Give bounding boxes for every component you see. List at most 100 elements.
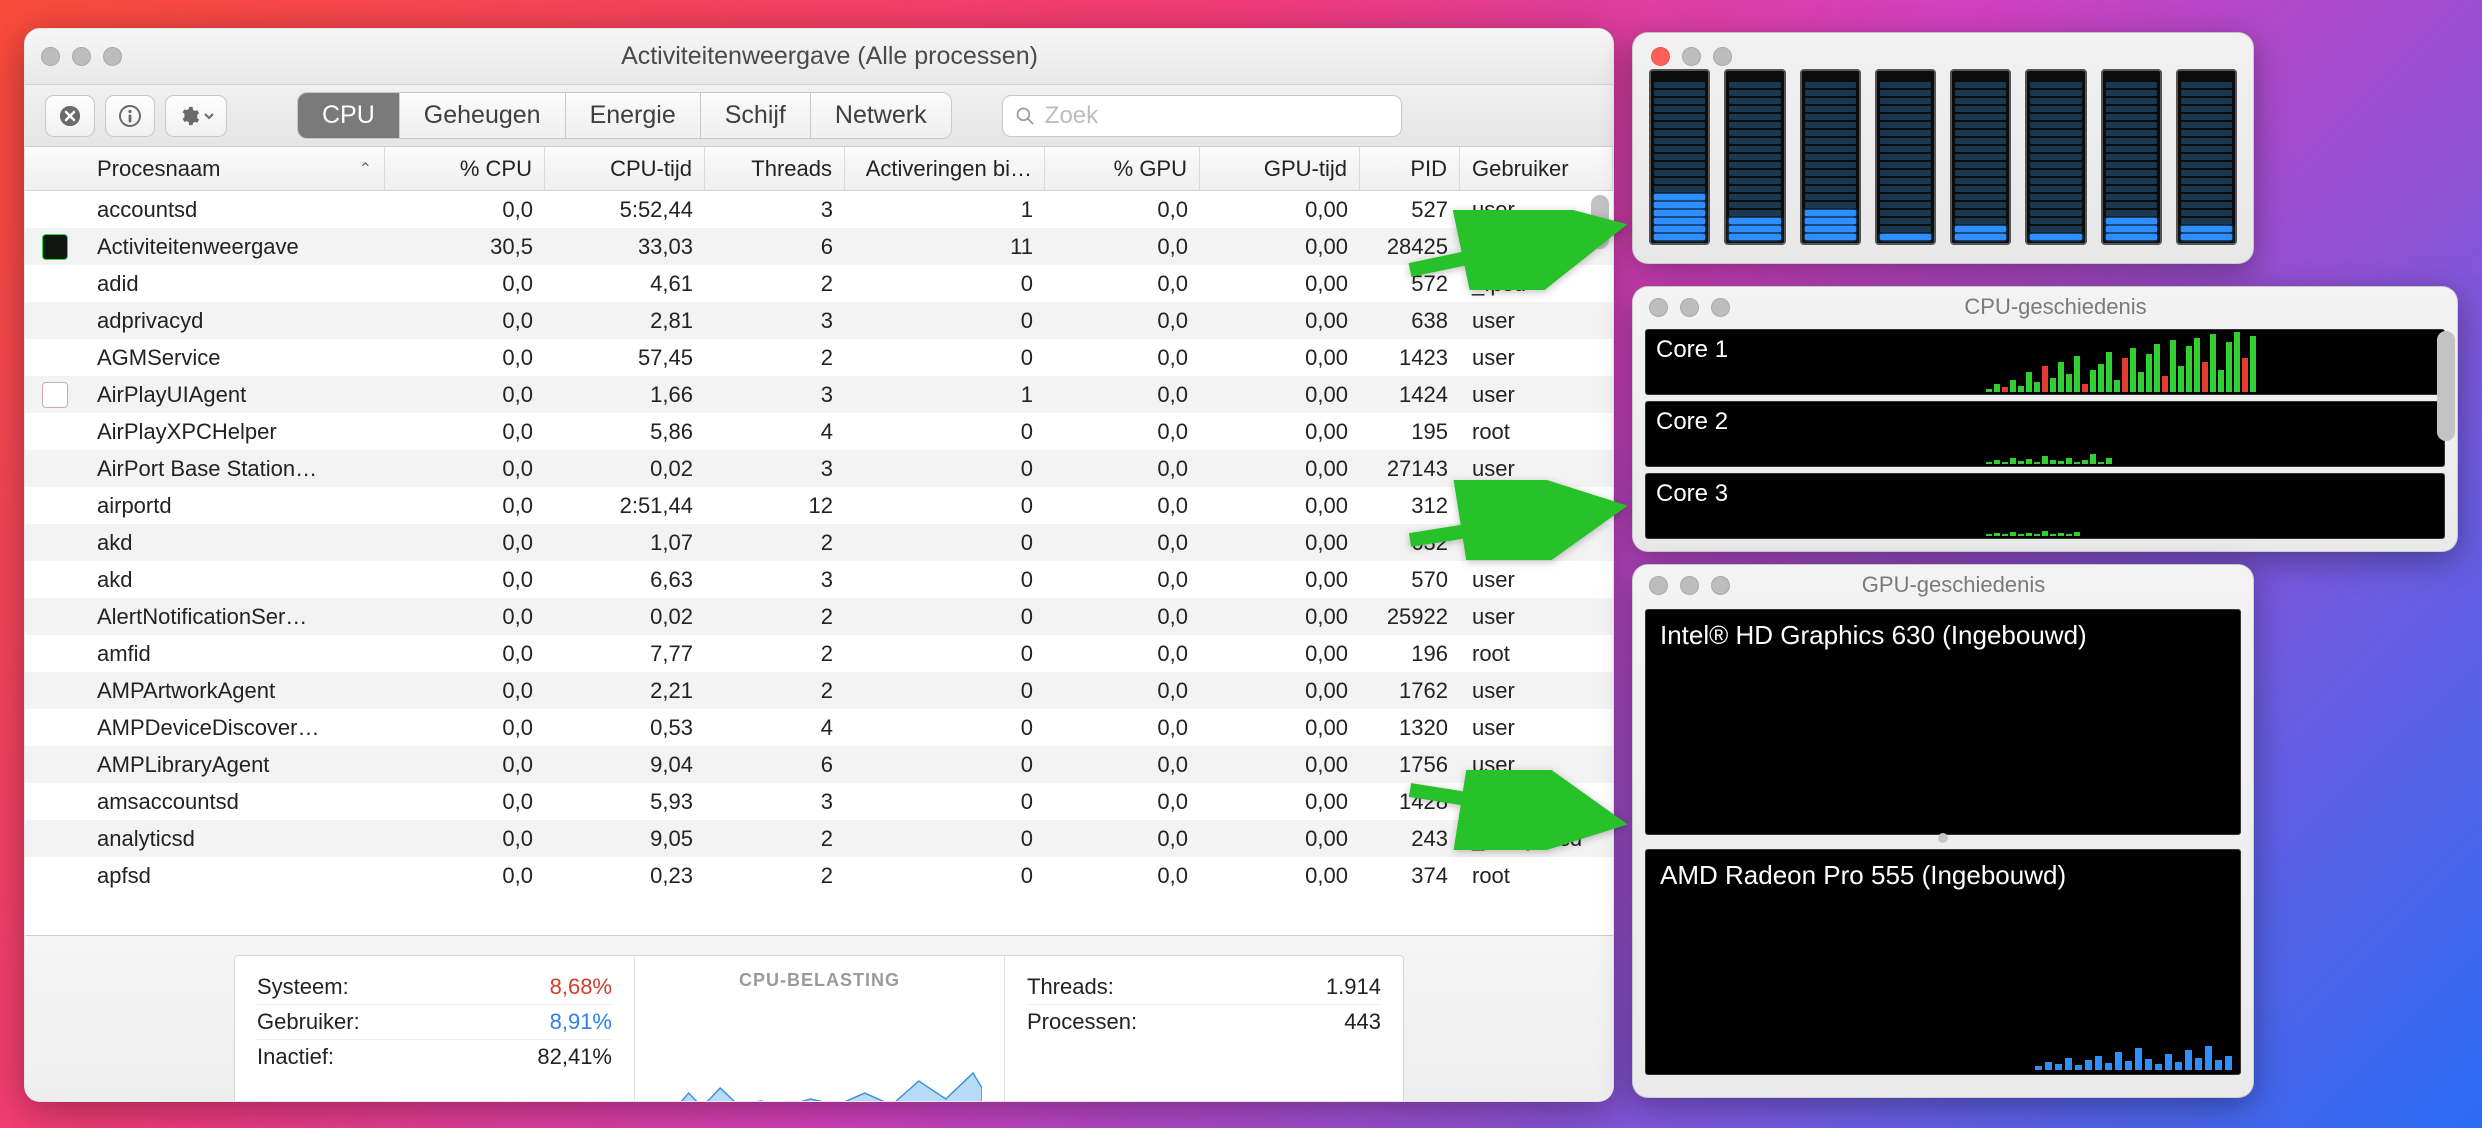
cell-pid: 1762 [1360,678,1460,704]
table-row[interactable]: AirPort Base Station…0,00,02300,00,00271… [25,450,1613,487]
table-row[interactable]: AMPDeviceDiscover…0,00,53400,00,001320us… [25,709,1613,746]
cell-cpu: 0,0 [385,567,545,593]
gpu-bars [2035,1046,2232,1070]
zoom-button[interactable] [1711,298,1730,317]
cell-threads: 2 [705,604,845,630]
search-field[interactable] [1002,95,1402,137]
cell-threads: 3 [705,456,845,482]
view-tabs: CPU Geheugen Energie Schijf Netwerk [297,92,952,139]
options-button[interactable] [165,95,227,137]
cell-cpu-time: 0,02 [545,604,705,630]
close-button[interactable] [1649,298,1668,317]
zoom-button[interactable] [1713,47,1732,66]
close-button[interactable] [1651,47,1670,66]
col-wakeups[interactable]: Activeringen bi… [845,147,1045,190]
cell-threads: 2 [705,641,845,667]
cell-gpu-time: 0,00 [1200,456,1360,482]
cpu-history-window[interactable]: CPU-geschiedenis Core 1Core 2Core 3 [1632,286,2458,552]
table-row[interactable]: akd0,01,07200,00,00632root [25,524,1613,561]
cell-cpu: 30,5 [385,234,545,260]
cell-gpu: 0,0 [1045,382,1200,408]
cell-process-name: AirPort Base Station… [85,456,385,482]
process-table[interactable]: accountsd0,05:52,44310,00,00527userActiv… [25,191,1613,935]
table-row[interactable]: analyticsd0,09,05200,00,00243_analyticsd [25,820,1613,857]
tab-memory[interactable]: Geheugen [400,93,566,138]
cell-threads: 3 [705,789,845,815]
cell-pid: 312 [1360,493,1460,519]
cell-cpu-time: 5,86 [545,419,705,445]
zoom-button[interactable] [1711,576,1730,595]
table-row[interactable]: AMPLibraryAgent0,09,04600,00,001756user [25,746,1613,783]
vertical-scrollbar[interactable] [1591,195,1609,931]
table-row[interactable]: Activiteitenweergave30,533,036110,00,002… [25,228,1613,265]
table-row[interactable]: AlertNotificationSer…0,00,02200,00,00259… [25,598,1613,635]
table-row[interactable]: AGMService0,057,45200,00,001423user [25,339,1613,376]
vertical-scrollbar[interactable] [2437,331,2453,543]
cell-wakeups: 0 [845,641,1045,667]
table-row[interactable]: AirPlayUIAgent0,01,66310,00,001424user [25,376,1613,413]
table-row[interactable]: AirPlayXPCHelper0,05,86400,00,00195root [25,413,1613,450]
toolbar: CPU Geheugen Energie Schijf Netwerk [25,85,1613,147]
cell-pid: 374 [1360,863,1460,889]
titlebar[interactable]: CPU-geschiedenis [1633,287,2457,327]
scroll-thumb[interactable] [2437,331,2455,441]
scroll-thumb[interactable] [1591,195,1609,249]
core-bars [1986,402,2440,464]
minimize-button[interactable] [1680,298,1699,317]
table-row[interactable]: airportd0,02:51,441200,00,00312root [25,487,1613,524]
table-row[interactable]: adid0,04,61200,00,00572_fpsd [25,265,1613,302]
table-row[interactable]: apfsd0,00,23200,00,00374root [25,857,1613,894]
minimize-button[interactable] [1682,47,1701,66]
cell-cpu-time: 6,63 [545,567,705,593]
col-cpu-time[interactable]: CPU-tijd [545,147,705,190]
cell-gpu-time: 0,00 [1200,493,1360,519]
col-process-name[interactable]: Procesnaam ⌃ [85,147,385,190]
tab-network[interactable]: Netwerk [811,93,951,138]
table-row[interactable]: AMPArtworkAgent0,02,21200,00,001762user [25,672,1613,709]
col-threads[interactable]: Threads [705,147,845,190]
cell-process-name: amfid [85,641,385,667]
close-button[interactable] [41,47,60,66]
titlebar[interactable]: Activiteitenweergave (Alle processen) [25,29,1613,85]
cpu-bar [1649,69,1710,245]
cell-wakeups: 0 [845,678,1045,704]
cell-gpu-time: 0,00 [1200,678,1360,704]
info-button[interactable] [105,95,155,137]
zoom-button[interactable] [103,47,122,66]
cell-threads: 2 [705,530,845,556]
cell-gpu: 0,0 [1045,604,1200,630]
cell-cpu: 0,0 [385,197,545,223]
gpu-history-window[interactable]: GPU-geschiedenis Intel® HD Graphics 630 … [1632,564,2254,1098]
cell-process-name: AlertNotificationSer… [85,604,385,630]
col-gpu-percent[interactable]: % GPU [1045,147,1200,190]
table-row[interactable]: accountsd0,05:52,44310,00,00527user [25,191,1613,228]
cpu-bar [1800,69,1861,245]
cell-gpu-time: 0,00 [1200,826,1360,852]
col-cpu-percent[interactable]: % CPU [385,147,545,190]
col-pid[interactable]: PID [1360,147,1460,190]
stop-process-button[interactable] [45,95,95,137]
table-row[interactable]: amfid0,07,77200,00,00196root [25,635,1613,672]
cell-cpu: 0,0 [385,382,545,408]
resize-handle[interactable] [1938,833,1948,843]
minimize-button[interactable] [1680,576,1699,595]
tab-energy[interactable]: Energie [566,93,701,138]
titlebar[interactable]: GPU-geschiedenis [1633,565,2253,605]
close-button[interactable] [1649,576,1668,595]
cell-cpu-time: 2:51,44 [545,493,705,519]
cell-wakeups: 0 [845,345,1045,371]
table-row[interactable]: amsaccountsd0,05,93300,00,001428user [25,783,1613,820]
search-input[interactable] [1045,102,1389,130]
stat-row: Threads:1.914 [1027,970,1381,1005]
col-gpu-time[interactable]: GPU-tijd [1200,147,1360,190]
cpu-bars-window[interactable] [1632,32,2254,264]
table-row[interactable]: adprivacyd0,02,81300,00,00638user [25,302,1613,339]
footer-col-chart: CPU-BELASTING [635,956,1005,1103]
tab-cpu[interactable]: CPU [298,93,400,138]
table-row[interactable]: akd0,06,63300,00,00570user [25,561,1613,598]
col-user[interactable]: Gebruiker [1460,147,1613,190]
tab-disk[interactable]: Schijf [701,93,811,138]
cell-wakeups: 1 [845,197,1045,223]
minimize-button[interactable] [72,47,91,66]
stat-row: Processen:443 [1027,1005,1381,1039]
